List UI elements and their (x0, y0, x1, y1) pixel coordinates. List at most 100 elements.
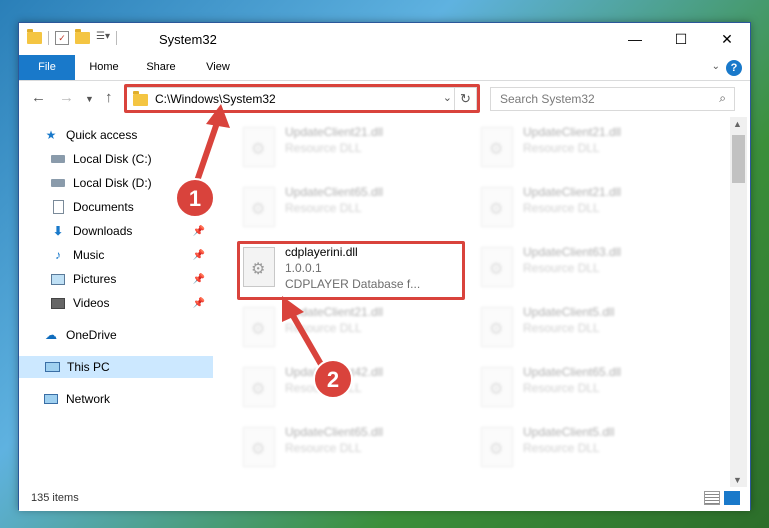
sidebar-item-pictures[interactable]: Pictures 📌 (19, 268, 213, 290)
search-icon[interactable]: ⌕ (719, 91, 726, 106)
status-bar: 135 items (19, 487, 750, 511)
file-type: Resource DLL (523, 201, 600, 215)
scroll-down-icon[interactable]: ▼ (733, 475, 742, 485)
file-tile[interactable]: UpdateClient65.dll Resource DLL (475, 359, 695, 415)
file-name: UpdateClient21.dll (285, 125, 384, 139)
close-button[interactable]: ✕ (704, 23, 750, 55)
dll-file-icon (481, 127, 513, 167)
new-folder-icon[interactable] (75, 29, 90, 44)
dll-file-icon (481, 247, 513, 287)
minimize-button[interactable]: — (612, 23, 658, 55)
window-title: System32 (159, 32, 217, 47)
back-arrow-icon[interactable]: ← (31, 89, 46, 106)
navigation-bar: ← → ▼ ↑ C:\Windows\System32 ⌄ ↻ Search S… (19, 81, 750, 117)
music-icon: ♪ (55, 248, 61, 262)
network-icon (43, 391, 59, 407)
file-tile[interactable]: UpdateClient21.dll Resource DLL (475, 179, 695, 235)
sidebar-item-label: Downloads (73, 224, 133, 238)
file-name: UpdateClient65.dll (285, 185, 384, 199)
file-name: UpdateClient65.dll (523, 365, 622, 379)
dll-file-icon (481, 427, 513, 467)
title-bar: ✓ ☰▾ System32 — ☐ ✕ (19, 23, 750, 55)
details-view-icon[interactable] (704, 491, 720, 505)
vertical-scrollbar[interactable]: ▲ ▼ (730, 117, 747, 487)
dll-file-icon (243, 367, 275, 407)
file-tile[interactable]: UpdateClient21.dll Resource DLL (237, 119, 457, 175)
address-path[interactable]: C:\Windows\System32 (155, 92, 276, 106)
file-type: Resource DLL (285, 381, 362, 395)
sidebar-item-downloads[interactable]: ⬇ Downloads 📌 (19, 220, 213, 242)
sidebar-item-music[interactable]: ♪ Music 📌 (19, 244, 213, 266)
file-tile[interactable]: UpdateClient5.dll Resource DLL (475, 299, 695, 355)
file-type: Resource DLL (523, 261, 600, 275)
dll-file-icon (481, 367, 513, 407)
pin-icon[interactable]: 📌 (193, 226, 205, 237)
file-tile[interactable]: UpdateClient5.dll Resource DLL (475, 419, 695, 475)
folder-icon (27, 29, 42, 44)
search-placeholder: Search System32 (500, 92, 595, 106)
computer-icon (44, 359, 60, 375)
file-tile[interactable]: UpdateClient65.dll Resource DLL (237, 419, 457, 475)
file-name: UpdateClient65.dll (285, 425, 384, 439)
sidebar-item-this-pc[interactable]: This PC (19, 356, 213, 378)
file-name: UpdateClient21.dll (523, 185, 622, 199)
sidebar-item-local-disk-d[interactable]: Local Disk (D:) (19, 172, 213, 194)
properties-icon[interactable]: ✓ (55, 31, 69, 45)
maximize-button[interactable]: ☐ (658, 23, 704, 55)
sidebar-item-label: Quick access (66, 128, 138, 142)
tiles-view-icon[interactable] (724, 491, 740, 505)
sidebar-item-local-disk-c[interactable]: Local Disk (C:) (19, 148, 213, 170)
dll-file-icon (243, 427, 275, 467)
navigation-pane: ★ Quick access Local Disk (C:) Local Dis… (19, 117, 213, 487)
pin-icon[interactable]: 📌 (193, 202, 205, 213)
item-count: 135 items (31, 492, 79, 504)
file-type: Resource DLL (523, 381, 600, 395)
sidebar-item-videos[interactable]: Videos 📌 (19, 292, 213, 314)
file-type: Resource DLL (523, 141, 600, 155)
refresh-icon[interactable]: ↻ (454, 88, 476, 110)
sidebar-item-quick-access[interactable]: ★ Quick access (19, 124, 213, 146)
file-tile[interactable]: UpdateClient63.dll Resource DLL (475, 239, 695, 295)
sidebar-item-label: This PC (67, 360, 110, 374)
search-input[interactable]: Search System32 ⌕ (490, 87, 735, 111)
tab-file[interactable]: File (19, 55, 75, 80)
pin-icon[interactable]: 📌 (193, 298, 205, 309)
help-icon[interactable]: ? (726, 60, 742, 76)
file-tile[interactable]: UpdateClient42.dll Resource DLL (237, 359, 457, 415)
chevron-down-icon[interactable]: ⌄ (712, 61, 720, 72)
pin-icon[interactable]: 📌 (193, 274, 205, 285)
file-name: UpdateClient42.dll (285, 365, 384, 379)
quick-access-toolbar: ✓ ☰▾ (27, 29, 117, 45)
download-icon: ⬇ (52, 224, 64, 238)
pictures-icon (50, 271, 66, 287)
file-name: UpdateClient21.dll (523, 125, 622, 139)
cloud-icon: ☁ (45, 328, 57, 342)
sidebar-item-label: OneDrive (66, 328, 117, 342)
toolbar-divider (48, 31, 49, 45)
dll-file-icon (481, 187, 513, 227)
file-tile[interactable]: UpdateClient21.dll Resource DLL (237, 299, 457, 355)
scroll-thumb[interactable] (732, 135, 745, 183)
sidebar-item-documents[interactable]: Documents 📌 (19, 196, 213, 218)
forward-arrow-icon[interactable]: → (59, 89, 74, 106)
sidebar-item-network[interactable]: Network (19, 388, 213, 410)
chevron-down-icon[interactable]: ⌄ (443, 91, 452, 104)
address-bar[interactable]: C:\Windows\System32 ⌄ ↻ (126, 87, 477, 111)
file-name: UpdateClient5.dll (523, 425, 615, 439)
tab-view[interactable]: View (195, 55, 241, 80)
sidebar-item-label: Music (73, 248, 105, 262)
file-type: Resource DLL (285, 441, 362, 455)
sidebar-item-label: Local Disk (C:) (73, 152, 152, 166)
recent-locations-icon[interactable]: ▼ (85, 94, 94, 104)
file-tile[interactable]: UpdateClient65.dll Resource DLL (237, 179, 457, 235)
file-tile[interactable]: UpdateClient21.dll Resource DLL (475, 119, 695, 175)
drive-icon (50, 151, 66, 167)
pin-icon[interactable]: 📌 (193, 250, 205, 261)
tab-share[interactable]: Share (137, 55, 185, 80)
scroll-up-icon[interactable]: ▲ (733, 119, 742, 129)
tab-home[interactable]: Home (81, 55, 127, 80)
sidebar-item-onedrive[interactable]: ☁ OneDrive (19, 324, 213, 346)
up-arrow-icon[interactable]: ↑ (105, 89, 113, 106)
sidebar-item-label: Local Disk (D:) (73, 176, 152, 190)
customize-toolbar-icon[interactable]: ☰▾ (96, 31, 110, 45)
